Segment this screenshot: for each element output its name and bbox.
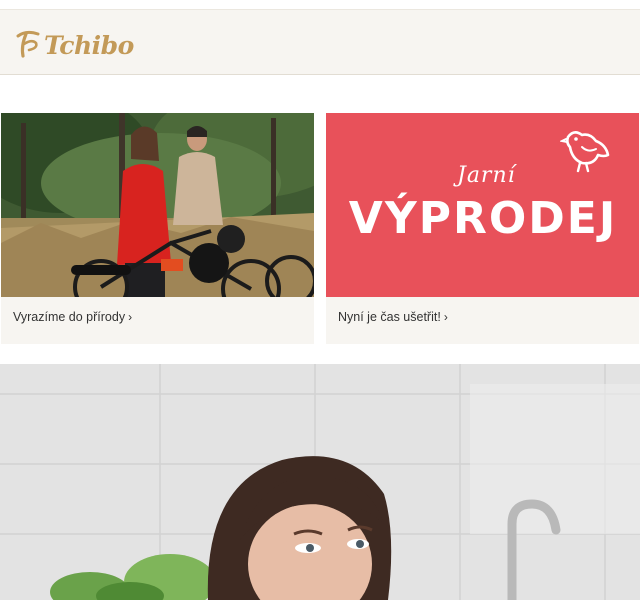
promo-card-sale[interactable]: Jarní VÝPRODEJ Nyní je čas ušetřit! › [326,113,639,344]
sale-banner: Jarní VÝPRODEJ [326,113,639,297]
promo-card-nature[interactable]: Vyrazíme do přírody › [1,113,314,344]
promo-image-cyclists [1,113,314,297]
promo-caption-nature[interactable]: Vyrazíme do přírody › [13,310,132,324]
promo-caption-text: Nyní je čas ušetřit! [338,310,441,324]
tchibo-logo[interactable]: Tchibo [12,26,134,62]
hero-image-kitchen[interactable] [0,364,640,600]
site-header: Tchibo [0,9,640,75]
banner-script-text: Jarní [457,163,516,188]
chevron-right-icon: › [443,310,448,324]
chevron-right-icon: › [128,310,133,324]
banner-title: VÝPRODEJ [348,193,618,244]
promo-caption-sale[interactable]: Nyní je čas ušetřit! › [338,310,448,324]
top-strip [0,0,640,9]
promo-caption-text: Vyrazíme do přírody [13,310,126,324]
logo-text: Tchibo [44,30,134,60]
tchibo-logo-icon [16,30,40,58]
bird-icon [560,131,610,173]
